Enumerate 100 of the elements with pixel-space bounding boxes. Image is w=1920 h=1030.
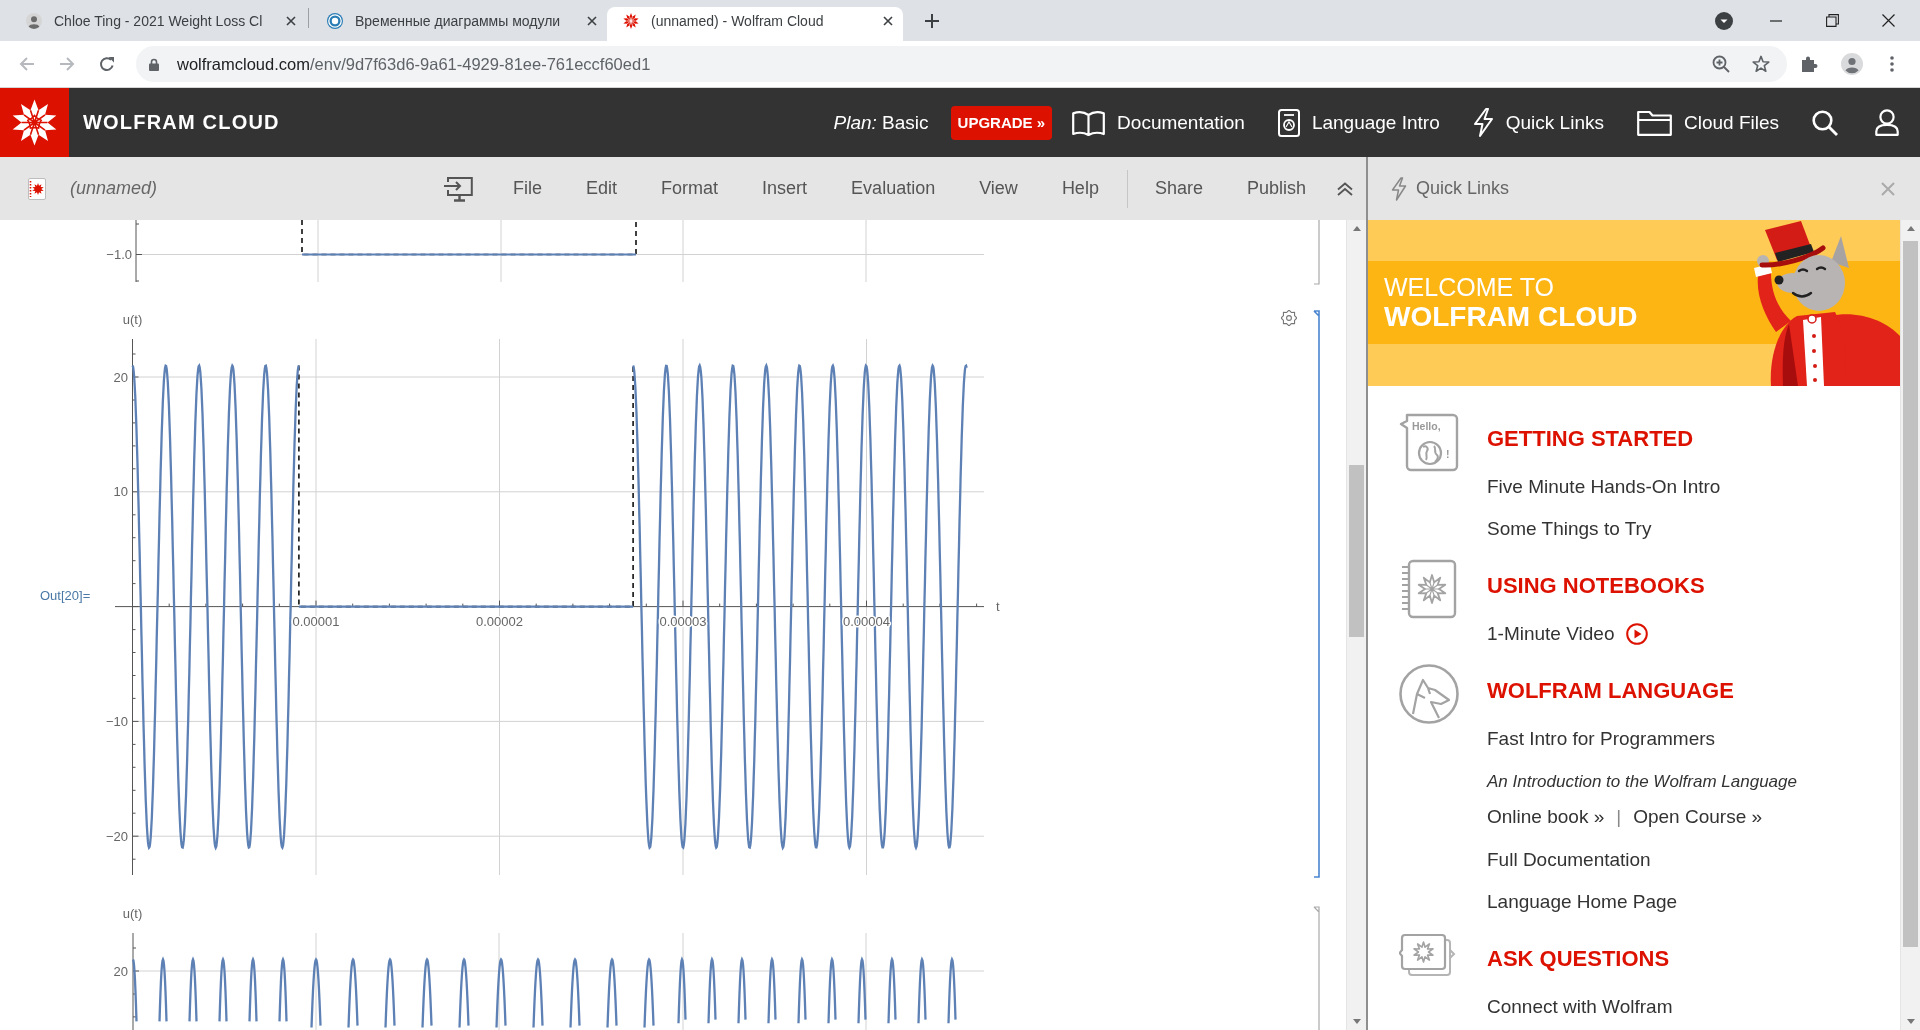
bookmark-star-icon[interactable] [1752, 55, 1770, 73]
plus-icon[interactable] [925, 14, 939, 28]
brand-name: WOLFRAM CLOUD [83, 111, 280, 134]
book-title: An Introduction to the Wolfram Language [1487, 772, 1797, 792]
nav-link[interactable]: Documentation [1072, 109, 1245, 136]
quick-link[interactable]: Online book » [1487, 806, 1605, 828]
section-heading: ASK QUESTIONS [1487, 945, 1670, 973]
browser-tab[interactable]: Chloe Ting - 2021 Weight Loss Cl [10, 7, 306, 41]
tick-label: 10 [113, 484, 128, 500]
menu-item[interactable]: Insert [762, 178, 808, 199]
quick-link[interactable]: Fast Intro for Programmers [1487, 728, 1716, 750]
spiky-star-icon [623, 13, 639, 29]
upgrade-button[interactable]: UPGRADE » [950, 105, 1053, 140]
tick-label: 20 [113, 369, 128, 385]
menu-item[interactable]: Help [1061, 178, 1099, 199]
output-label: Out[20]= [40, 588, 92, 603]
section-heading: USING NOTEBOOKS [1487, 572, 1705, 600]
tick-label: 0.00002 [476, 614, 523, 629]
quick-link[interactable]: Connect with Wolfram [1487, 996, 1673, 1018]
menu-item[interactable]: View [979, 178, 1018, 199]
search-icon[interactable] [1812, 109, 1838, 136]
lightning-bolt-icon [1391, 176, 1407, 201]
puzzle-icon[interactable] [1801, 55, 1819, 73]
video-link[interactable]: 1-Minute Video [1487, 623, 1649, 645]
icon-caption: Hello, [1412, 420, 1441, 432]
tick-label: −1.0 [106, 247, 132, 262]
double-chevron-up-icon[interactable] [1336, 181, 1354, 196]
toolbar-action[interactable]: Publish [1246, 178, 1306, 199]
restore-icon[interactable] [1826, 14, 1839, 27]
plan-label: Plan: Basic [833, 111, 929, 134]
url-text: wolframcloud.com/env/9d7f63d6-9a61-4929-81ee-761eccf60ed1 [177, 54, 652, 74]
y-axis [135, 220, 143, 283]
folder-icon [1636, 109, 1672, 136]
speech-bubble-globe-icon [1399, 413, 1459, 472]
axis-label: u(t) [122, 312, 143, 327]
wolf-circle-icon [1399, 664, 1459, 724]
quick-link[interactable]: Full Documentation [1487, 849, 1651, 871]
user-icon[interactable] [1875, 109, 1899, 136]
icon-caption: ! [1446, 448, 1450, 460]
quick-link[interactable]: Some Things to Try [1487, 518, 1652, 540]
scroll-down-arrow-icon[interactable] [1906, 1019, 1915, 1024]
section-heading: GETTING STARTED [1487, 425, 1694, 453]
cell-bracket[interactable] [1313, 310, 1321, 878]
dropdown-caret-icon[interactable] [1715, 11, 1733, 30]
tick-label: 0.00001 [292, 614, 340, 629]
close-icon[interactable] [286, 16, 296, 26]
quick-link[interactable]: Five Minute Hands-On Intro [1487, 476, 1721, 498]
nav-link[interactable]: Cloud Files [1636, 109, 1779, 136]
panel-title: Quick Links [1416, 178, 1510, 199]
gear-icon[interactable] [1281, 310, 1297, 326]
cell-bracket[interactable] [1313, 220, 1321, 288]
tick-label: 20 [113, 963, 128, 979]
browser-tab[interactable]: Временные диаграммы модули [311, 7, 607, 41]
more-menu-icon[interactable] [1890, 56, 1894, 72]
minimize-icon[interactable] [1770, 19, 1782, 22]
scrollbar[interactable] [1346, 220, 1366, 1030]
scrollbar-thumb[interactable] [1903, 241, 1918, 947]
lock-icon [149, 57, 159, 71]
booklet-icon [1277, 108, 1300, 137]
profile-icon[interactable] [1841, 53, 1863, 75]
star-logo-icon[interactable] [0, 88, 69, 157]
menu-item[interactable]: Format [661, 178, 719, 199]
nav-link[interactable]: Quick Links [1472, 108, 1604, 137]
zoom-icon[interactable] [1712, 55, 1730, 73]
address-field[interactable]: wolframcloud.com/env/9d7f63d6-9a61-4929-81ee-761eccf60ed1 [136, 46, 1787, 82]
notebook-star-icon [1399, 559, 1459, 619]
notebook-icon [28, 177, 46, 200]
section-heading: WOLFRAM LANGUAGE [1487, 677, 1734, 705]
nav-link[interactable]: Language Intro [1277, 108, 1440, 137]
menu-item[interactable]: Evaluation [851, 178, 936, 199]
scrollbar-thumb[interactable] [1349, 465, 1364, 637]
reload-icon[interactable] [99, 56, 115, 72]
banner-title: WELCOME TO [1384, 273, 1554, 301]
toolbar-action[interactable]: Share [1154, 178, 1203, 199]
close-window-icon[interactable] [1882, 14, 1895, 27]
quick-link[interactable]: Language Home Page [1487, 891, 1678, 913]
cell-bracket[interactable] [1313, 906, 1321, 1030]
close-icon[interactable] [587, 16, 597, 26]
notebook-title[interactable]: (unnamed) [70, 178, 158, 199]
menu-item[interactable]: File [513, 178, 543, 199]
play-icon [1626, 623, 1649, 645]
scroll-up-arrow-icon[interactable] [1352, 226, 1361, 231]
separator-label: | [1616, 806, 1622, 828]
scroll-up-arrow-icon[interactable] [1906, 226, 1915, 231]
browser-tab[interactable]: (unnamed) - Wolfram Cloud [607, 7, 903, 41]
screen-arrow-icon[interactable] [443, 175, 473, 202]
open-book-icon [1072, 109, 1106, 136]
axis-label: t [996, 599, 1000, 614]
quick-link[interactable]: Open Course » [1633, 806, 1763, 828]
scroll-down-arrow-icon[interactable] [1352, 1019, 1361, 1024]
lightning-bolt-icon [1472, 108, 1494, 137]
tick-label: −20 [105, 828, 128, 844]
axis-label: u(t) [122, 906, 143, 921]
tick-label: −10 [105, 713, 128, 729]
round-logo-icon [327, 13, 343, 29]
scrollbar[interactable] [1900, 220, 1920, 1030]
menu-item[interactable]: Edit [586, 178, 618, 199]
banner-title: WOLFRAM CLOUD [1384, 301, 1638, 333]
close-icon[interactable] [883, 16, 893, 26]
avatar-icon [26, 13, 42, 29]
